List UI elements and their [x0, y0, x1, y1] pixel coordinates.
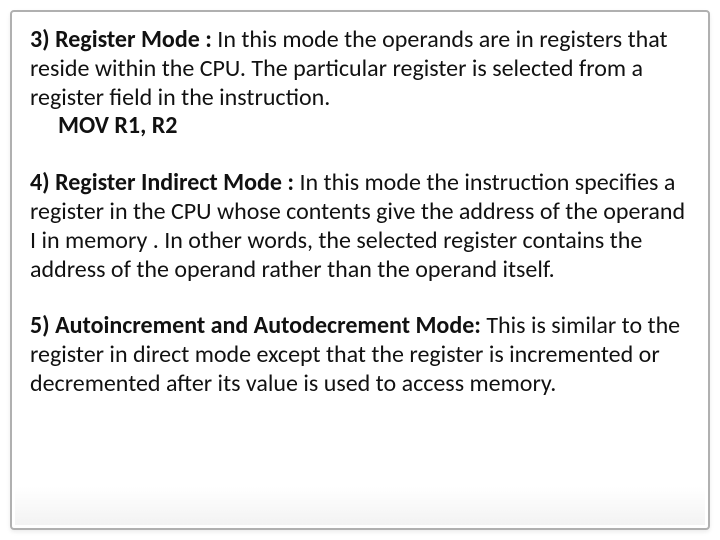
heading-register-mode: 3) Register Mode :	[30, 25, 212, 54]
heading-autoincrement-mode: 5) Autoincrement and Autodecrement Mode:	[30, 311, 481, 340]
section-register-mode: 3) Register Mode : In this mode the oper…	[30, 26, 690, 141]
section-autoincrement-mode: 5) Autoincrement and Autodecrement Mode:…	[30, 312, 690, 398]
example-register-mode: MOV R1, R2	[30, 112, 690, 141]
content-frame: 3) Register Mode : In this mode the oper…	[10, 10, 710, 530]
section-register-indirect-mode: 4) Register Indirect Mode : In this mode…	[30, 169, 690, 284]
heading-register-indirect-mode: 4) Register Indirect Mode :	[30, 168, 294, 197]
